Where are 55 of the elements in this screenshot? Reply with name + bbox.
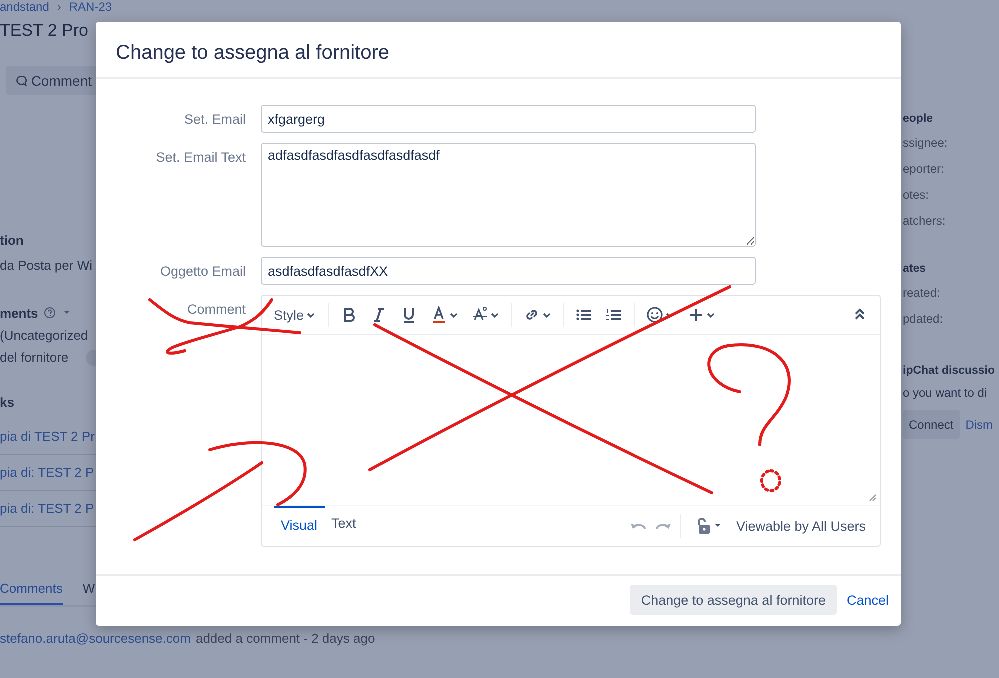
breadcrumb-link[interactable]: RAN-23 bbox=[69, 0, 112, 14]
author-link[interactable]: stefano.aruta@sourcesense.com bbox=[0, 631, 191, 646]
field-label: otes: bbox=[903, 187, 930, 204]
caret-icon bbox=[490, 311, 500, 319]
section-heading: ipChat discussio bbox=[903, 364, 996, 379]
issue-title: TEST 2 Pro bbox=[0, 20, 90, 42]
field-label: Set. Email Text bbox=[156, 150, 246, 165]
section-heading: tion bbox=[0, 233, 25, 250]
help-icon bbox=[44, 307, 56, 319]
caret-icon bbox=[706, 311, 716, 319]
dialog-title: Change to assegna al fornitore bbox=[96, 22, 901, 79]
caret-icon bbox=[713, 522, 724, 530]
section-heading: eople bbox=[903, 112, 934, 127]
speech-bubble-icon bbox=[16, 74, 28, 88]
submit-button[interactable]: Change to assegna al fornitore bbox=[630, 585, 837, 615]
field-label: Set. Email bbox=[184, 112, 246, 127]
editor-mode-tab[interactable]: Text bbox=[324, 506, 364, 544]
caret-icon bbox=[62, 309, 72, 317]
undo-icon bbox=[631, 522, 646, 530]
style-dropdown[interactable]: Style bbox=[268, 304, 322, 326]
redo-icon bbox=[656, 522, 672, 530]
input-field[interactable]: xfgargerg bbox=[261, 105, 756, 133]
field-value: del fornitore bbox=[0, 349, 69, 367]
field-value: da Posta per Wi bbox=[0, 257, 94, 275]
caret-icon bbox=[306, 311, 316, 319]
field-label: pdated: bbox=[903, 311, 944, 328]
activity-tab[interactable]: W bbox=[82, 581, 96, 603]
field-value: (Uncategorized bbox=[0, 327, 90, 345]
resize-grip-icon bbox=[869, 494, 877, 502]
breadcrumb-separator: › bbox=[57, 0, 62, 14]
field-label: atchers: bbox=[903, 213, 947, 230]
caret-icon bbox=[449, 311, 460, 319]
field-label: Comment bbox=[187, 302, 246, 317]
field-label: reated: bbox=[903, 285, 942, 302]
status-lozenge bbox=[86, 350, 96, 366]
visibility-label: Viewable by All Users bbox=[736, 518, 866, 534]
section-heading: ks bbox=[0, 395, 16, 412]
padlock-icon bbox=[696, 517, 712, 535]
section-heading: ments bbox=[0, 306, 38, 320]
connect-button[interactable]: Connect bbox=[903, 410, 960, 439]
text-area[interactable]: adfasdfasdfasdfasdfasdfasdf bbox=[261, 143, 756, 247]
caret-icon bbox=[542, 311, 552, 319]
field-label: Oggetto Email bbox=[160, 264, 246, 279]
editor-mode-tab[interactable]: Visual bbox=[274, 506, 325, 544]
smiley-icon bbox=[646, 306, 664, 324]
field-label: eporter: bbox=[903, 161, 946, 178]
cancel-link[interactable]: Cancel bbox=[846, 592, 889, 608]
dismiss-link[interactable]: Dism bbox=[966, 418, 994, 432]
prompt-text: o you want to di bbox=[903, 385, 988, 402]
field-label: ssignee: bbox=[903, 135, 949, 152]
breadcrumb-link[interactable]: andstand bbox=[0, 0, 50, 14]
section-heading: ates bbox=[903, 262, 928, 277]
input-field[interactable]: asdfasdfasdfasdfXX bbox=[261, 257, 756, 285]
activity-tab[interactable]: Comments bbox=[0, 581, 63, 605]
comment-meta: added a comment - 2 days ago bbox=[196, 631, 376, 646]
